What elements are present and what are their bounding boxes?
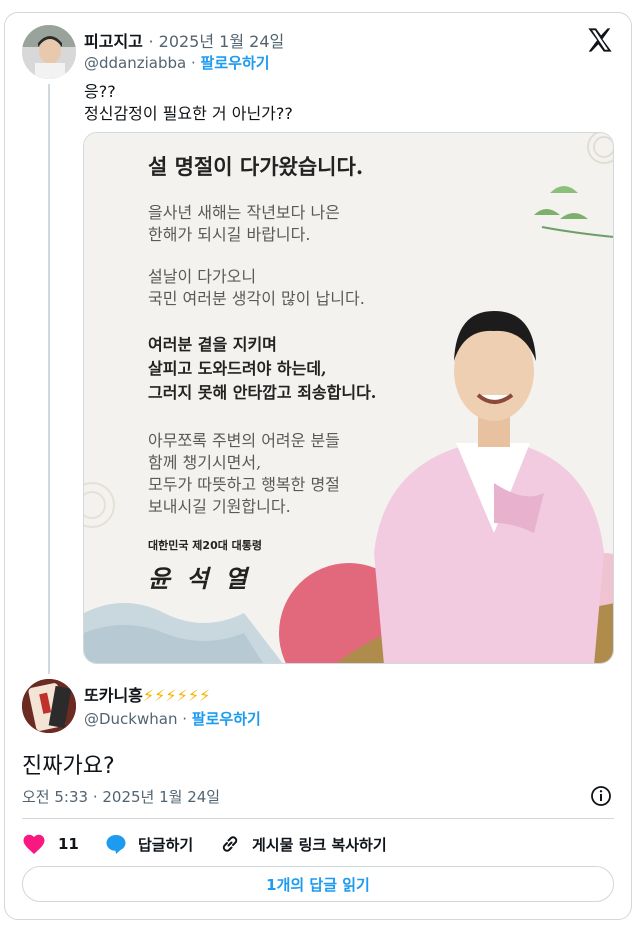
quoted-display-name[interactable]: 피고지고 — [84, 32, 143, 51]
card-p3-line3: 그러지 못해 안타깝고 죄송합니다. — [148, 383, 377, 402]
reply-text: 진짜가요? — [22, 754, 115, 779]
quoted-handle[interactable]: @ddanziabba — [84, 54, 186, 72]
like-count: 11 — [58, 835, 79, 853]
x-logo-icon[interactable] — [586, 26, 614, 54]
quoted-handle-row: @ddanziabba · 팔로우하기 — [84, 54, 270, 72]
card-title: 설 명절이 다가왔습니다. — [148, 154, 364, 179]
card-p4-line3: 모두가 따뜻하고 행복한 명절 — [148, 475, 340, 494]
card-p4-line4: 보내시길 기원합니다. — [148, 497, 291, 516]
lightning-emoji-icon: ⚡⚡⚡⚡⚡⚡ — [142, 686, 211, 705]
reply-label: 답글하기 — [138, 835, 194, 854]
card-signature: 윤 석 열 — [148, 564, 251, 593]
divider — [22, 818, 614, 819]
quoted-text-line-1: 응?? — [84, 82, 116, 101]
reply-user-name-row: 또카니흥⚡⚡⚡⚡⚡⚡ — [84, 682, 210, 706]
card-p3-line1: 여러분 곁을 지키며 — [148, 335, 277, 354]
card-sign-title: 대한민국 제20대 대통령 — [148, 539, 263, 552]
reply-handle-row: @Duckwhan · 팔로우하기 — [84, 710, 261, 728]
read-replies-button[interactable]: 1개의 답글 읽기 — [22, 866, 614, 902]
reply-follow-button[interactable]: 팔로우하기 — [192, 710, 261, 728]
read-replies-label: 1개의 답글 읽기 — [266, 875, 370, 894]
info-icon[interactable] — [590, 785, 612, 807]
quoted-date[interactable]: · 2025년 1월 24일 — [148, 32, 284, 51]
browser-top-strip — [0, 0, 640, 10]
link-icon — [222, 836, 238, 852]
quoted-user-avatar[interactable] — [22, 25, 76, 79]
reply-timestamp[interactable]: 오전 5:33 · 2025년 1월 24일 — [22, 786, 220, 807]
quoted-follow-button[interactable]: 팔로우하기 — [201, 54, 270, 72]
reply-display-name[interactable]: 또카니흥 — [84, 686, 143, 705]
quoted-text-line-2: 정신감정이 필요한 거 아닌가?? — [84, 104, 293, 123]
speech-bubble-icon — [106, 835, 126, 854]
card-p1-line1: 을사년 새해는 작년보다 나은 — [148, 203, 340, 222]
thread-connector-line — [48, 84, 50, 674]
copy-link-label: 게시물 링크 복사하기 — [252, 835, 387, 854]
card-p3-line2: 살피고 도와드려야 하는데, — [148, 359, 327, 378]
card-p4-line2: 함께 챙기시면서, — [148, 453, 262, 472]
like-button[interactable]: 11 — [22, 832, 79, 856]
reply-button[interactable]: 답글하기 — [104, 832, 193, 856]
attached-greeting-image[interactable]: 설 명절이 다가왔습니다. 을사년 새해는 작년보다 나은 한해가 되시길 바랍… — [83, 132, 614, 664]
card-p2-line2: 국민 여러분 생각이 많이 납니다. — [148, 289, 365, 308]
card-p1-line2: 한해가 되시길 바랍니다. — [148, 225, 311, 244]
reply-user-avatar[interactable] — [22, 679, 76, 733]
copy-link-button[interactable]: 게시물 링크 복사하기 — [218, 832, 387, 856]
url-fragment — [2, 0, 442, 4]
card-p4-line1: 아무쪼록 주변의 어려운 분들 — [148, 431, 340, 450]
reply-handle[interactable]: @Duckwhan — [84, 710, 177, 728]
heart-icon — [23, 834, 45, 854]
quoted-user-name-row: 피고지고 · 2025년 1월 24일 — [84, 28, 284, 52]
card-p2-line1: 설날이 다가오니 — [148, 267, 257, 286]
